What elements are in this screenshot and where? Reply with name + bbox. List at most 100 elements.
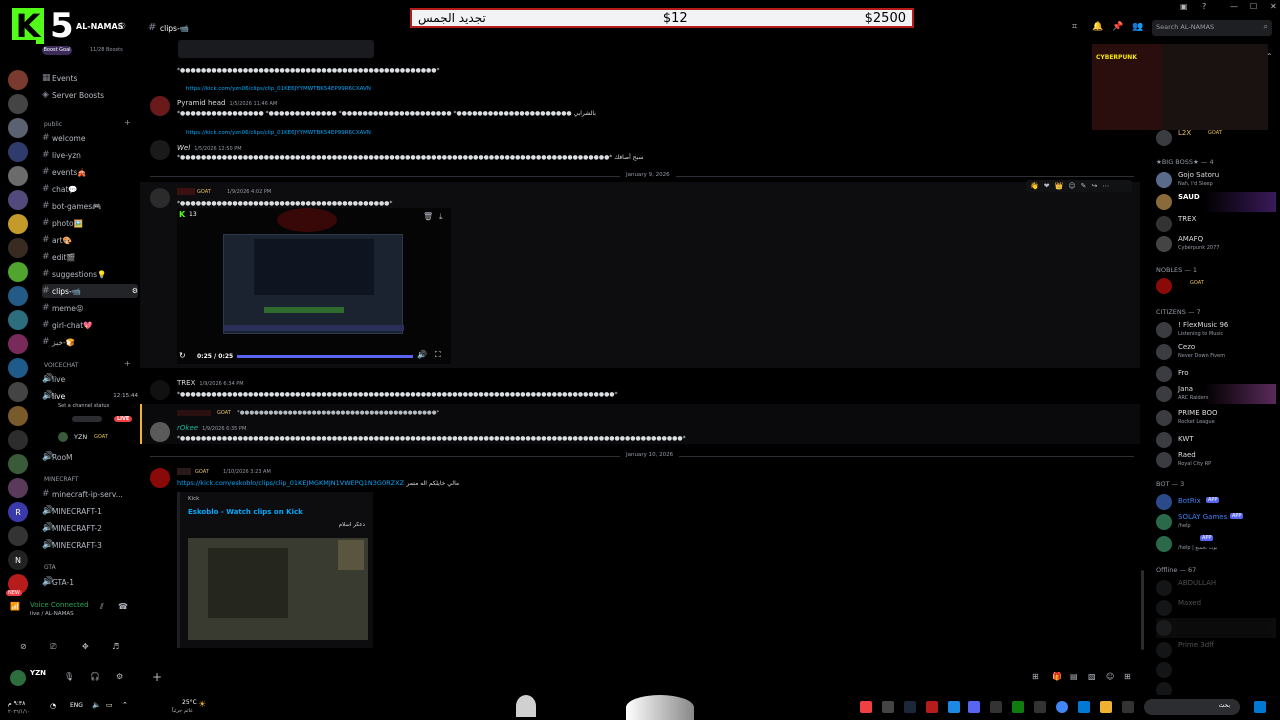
author-name-redacted[interactable] xyxy=(177,468,191,475)
fullscreen-icon[interactable]: ⛶ xyxy=(435,350,441,360)
add-member-icon[interactable]: ⚇ xyxy=(118,22,126,32)
server-icon[interactable] xyxy=(8,286,28,306)
weather-temp[interactable]: 25°C xyxy=(182,699,197,706)
member-row[interactable]: ABDULLAH xyxy=(1156,578,1276,598)
windows-start-icon[interactable] xyxy=(1254,701,1266,713)
clock-date[interactable]: ٢٠٢٦/١/١٠ xyxy=(8,709,30,715)
server-icon[interactable] xyxy=(8,310,28,330)
add-channel-icon[interactable]: + xyxy=(124,359,131,368)
server-icon[interactable] xyxy=(8,526,28,546)
search-box[interactable]: Search AL-NAMAS ⌕ xyxy=(1152,20,1272,36)
channel-bread[interactable]: # خبز-🍞 xyxy=(42,335,138,349)
voice-user-row[interactable] xyxy=(72,416,102,422)
attachment-image[interactable] xyxy=(178,40,374,58)
sticker-icon[interactable]: ▧ xyxy=(1088,672,1096,681)
server-icon[interactable] xyxy=(8,238,28,258)
voice-channel-minecraft-3[interactable]: 🔊 MINECRAFT-3 xyxy=(42,538,138,552)
reply-link[interactable]: https://kick.com/yzn06/clips/clip_01KE6J… xyxy=(186,130,371,136)
app-icon[interactable] xyxy=(926,701,938,713)
author-name-redacted[interactable] xyxy=(177,188,195,195)
app-icon[interactable] xyxy=(990,701,1002,713)
category-gta[interactable]: GTA xyxy=(44,564,56,571)
taskbar-search[interactable]: بحث xyxy=(1144,699,1240,715)
soundboard-icon[interactable]: ♬ xyxy=(112,642,119,651)
member-row[interactable]: SOLAY Games APP/help xyxy=(1156,512,1276,532)
delete-icon[interactable]: 🗑 xyxy=(423,212,433,221)
member-row[interactable]: Jana ARC Raiders xyxy=(1156,384,1276,404)
app-icon[interactable] xyxy=(882,701,894,713)
gift-icon[interactable]: 🎁 xyxy=(1052,672,1062,681)
category-public[interactable]: public xyxy=(44,121,62,128)
reaction-crown-icon[interactable]: 👑 xyxy=(1055,182,1064,190)
member-row[interactable]: Prime 3dff xyxy=(1156,640,1276,660)
member-row[interactable]: PRIME BOO Rocket League xyxy=(1156,408,1276,428)
bell-icon[interactable]: 🔔 xyxy=(1092,22,1103,32)
server-icon[interactable] xyxy=(8,334,28,354)
replay-icon[interactable]: ↻ xyxy=(179,351,186,360)
edit-icon[interactable]: ✎ xyxy=(1081,182,1087,190)
avatar[interactable] xyxy=(58,432,68,442)
members-icon[interactable]: 👥 xyxy=(1132,22,1143,32)
reply-link[interactable]: https://kick.com/yzn06/clips/clip_01KE6J… xyxy=(186,86,371,92)
embed-title[interactable]: Eskoblo - Watch clips on Kick xyxy=(188,508,303,516)
member-row[interactable]: APP/help | بوت بجميع xyxy=(1156,534,1276,554)
voice-channel-gta-1[interactable]: 🔊 GTA-1 xyxy=(42,575,138,589)
sidebar-item-server-boosts[interactable]: ◈ Server Boosts xyxy=(42,88,138,102)
activity-icon[interactable]: ⊞ xyxy=(1124,672,1131,681)
battery-icon[interactable]: ▭ xyxy=(106,701,113,709)
channel-events[interactable]: # events🎪 xyxy=(42,165,138,179)
noise-suppression-icon[interactable]: ⫽ xyxy=(100,602,104,612)
message-author[interactable]: rOkee xyxy=(177,424,198,432)
channel-art[interactable]: # art🎨 xyxy=(42,233,138,247)
download-icon[interactable]: ⤓ xyxy=(439,212,443,222)
volume-icon[interactable]: 🔊 xyxy=(417,350,427,359)
user-settings-icon[interactable]: ⚙ xyxy=(116,672,123,681)
server-icon[interactable] xyxy=(8,430,28,450)
folder-icon[interactable] xyxy=(1100,701,1112,713)
reaction-heart-icon[interactable]: ❤ xyxy=(1044,182,1050,190)
channel-welcome[interactable]: # welcome xyxy=(42,131,138,145)
steam-icon[interactable] xyxy=(904,701,916,713)
member-row[interactable]: L2X GOAT xyxy=(1156,128,1276,148)
member-row[interactable]: Raed Royal City RP xyxy=(1156,450,1276,470)
voice-channel-live[interactable]: 🔊 live xyxy=(42,372,138,386)
channel-photo[interactable]: # photo🖼️ xyxy=(42,216,138,230)
store-icon[interactable] xyxy=(1078,701,1090,713)
member-row[interactable]: Maxed xyxy=(1156,598,1276,618)
app-icon[interactable] xyxy=(948,701,960,713)
category-voicechat[interactable]: VOICECHAT xyxy=(44,362,78,369)
server-icon[interactable] xyxy=(8,382,28,402)
member-row[interactable]: Fro xyxy=(1156,364,1276,384)
disconnect-icon[interactable]: ☎ xyxy=(118,602,128,611)
forward-icon[interactable]: ↪ xyxy=(1092,182,1098,190)
message-author[interactable]: TREX xyxy=(177,379,195,387)
member-row[interactable] xyxy=(1156,618,1276,638)
channel-girl-chat[interactable]: # girl-chat💖 xyxy=(42,318,138,332)
video-player[interactable]: K 13 🗑 ⤓ ↻ 0:25 / 0:25 🔊 ⛶ xyxy=(177,208,451,364)
server-icon[interactable]: N xyxy=(8,550,28,570)
channel-edit[interactable]: # edit🎬 xyxy=(42,250,138,264)
close-icon[interactable]: ✕ xyxy=(1270,2,1277,11)
avatar[interactable] xyxy=(10,670,26,686)
user-name[interactable]: YZN xyxy=(30,669,46,677)
server-icon[interactable] xyxy=(8,406,28,426)
help-icon[interactable]: ? xyxy=(1202,2,1206,11)
channel-bot-games[interactable]: # bot-games🎮 xyxy=(42,199,138,213)
category-minecraft[interactable]: MINECRAFT xyxy=(44,476,78,483)
minimize-icon[interactable]: — xyxy=(1230,2,1238,11)
threads-icon[interactable]: ⌗ xyxy=(1072,22,1077,32)
microphone-icon[interactable]: 🎙 xyxy=(64,672,74,681)
app-icon[interactable] xyxy=(860,701,872,713)
add-reaction-icon[interactable]: ☺ xyxy=(1068,182,1075,190)
member-row[interactable]: GOAT xyxy=(1156,276,1276,296)
volume-icon[interactable]: 🔈 xyxy=(92,701,101,709)
channel-suggestions[interactable]: # suggestions💡 xyxy=(42,267,138,281)
emoji-icon[interactable]: ☺ xyxy=(1106,672,1114,681)
avatar[interactable] xyxy=(150,380,170,400)
avatar[interactable] xyxy=(150,188,170,208)
voice-channel-room[interactable]: 🔊 RooM xyxy=(42,450,138,464)
member-row[interactable]: TREX xyxy=(1156,214,1276,234)
member-row[interactable]: KWT xyxy=(1156,430,1276,450)
more-icon[interactable]: ⋯ xyxy=(1102,182,1109,190)
pin-icon[interactable]: 📌 xyxy=(1112,22,1123,32)
